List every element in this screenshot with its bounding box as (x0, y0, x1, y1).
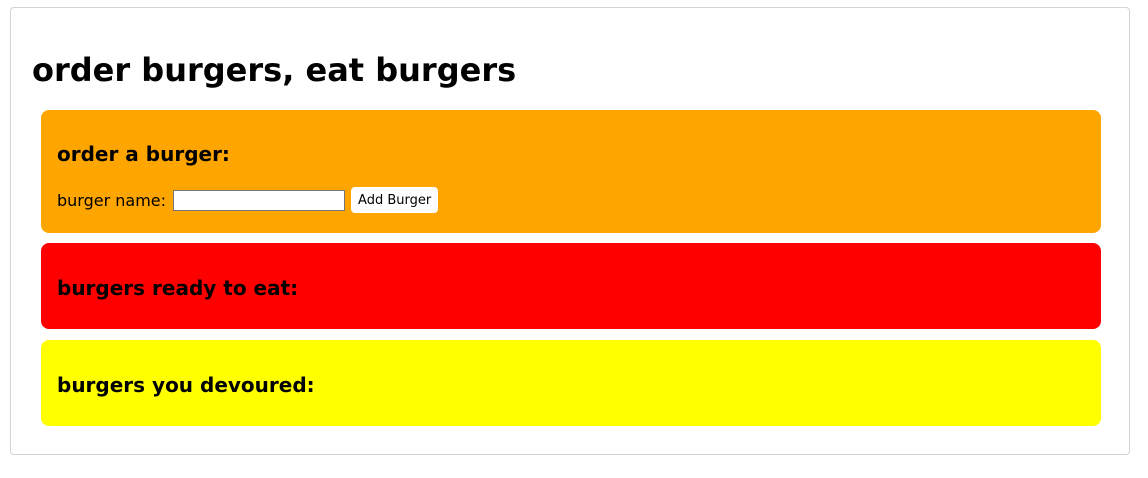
order-panel-heading: order a burger: (57, 142, 230, 166)
order-burger-panel: order a burger: burger name: Add Burger (41, 110, 1101, 233)
burger-name-input[interactable] (173, 189, 346, 211)
main-container: order burgers, eat burgers order a burge… (10, 7, 1130, 455)
devoured-burgers-panel: burgers you devoured: (41, 340, 1101, 426)
page-title: order burgers, eat burgers (32, 51, 517, 89)
ready-panel-heading: burgers ready to eat: (57, 276, 299, 300)
order-form: burger name: Add Burger (57, 187, 439, 213)
add-burger-button[interactable]: Add Burger (351, 187, 439, 213)
devoured-panel-heading: burgers you devoured: (57, 373, 315, 397)
burger-name-label: burger name: (57, 190, 167, 210)
ready-burgers-panel: burgers ready to eat: (41, 243, 1101, 329)
